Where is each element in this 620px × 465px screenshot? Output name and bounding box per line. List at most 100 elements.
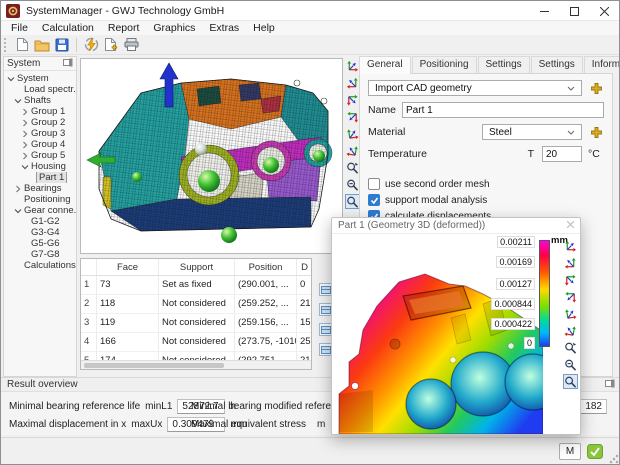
geometry-source-combo[interactable]: Import CAD geometry xyxy=(368,80,582,96)
tree-item-load-spectr-[interactable]: Load spectr... xyxy=(4,84,76,95)
column-header-position[interactable]: Position xyxy=(235,259,297,275)
tree-item-label: G3-G4 xyxy=(29,227,62,238)
menu-help[interactable]: Help xyxy=(246,22,282,34)
tree-item-system[interactable]: System xyxy=(4,73,76,84)
expander-icon[interactable] xyxy=(20,151,29,160)
view-bottom-icon[interactable] xyxy=(563,306,578,321)
expander-icon[interactable] xyxy=(13,96,22,105)
view-left-icon[interactable] xyxy=(563,323,578,338)
material-label: Material xyxy=(368,126,405,138)
tree-item-group-5[interactable]: Group 5 xyxy=(4,150,76,161)
close-icon[interactable] xyxy=(567,220,574,231)
name-input[interactable] xyxy=(402,102,604,118)
checkbox[interactable] xyxy=(368,194,380,206)
resize-grip[interactable] xyxy=(609,454,619,464)
calculation-ok-icon[interactable] xyxy=(587,444,603,459)
tree-item-part-1[interactable]: Part 1 xyxy=(4,172,76,183)
tab-general[interactable]: General xyxy=(359,56,411,74)
add-report-button[interactable] xyxy=(101,36,121,54)
tree-item-calculations[interactable]: Calculations xyxy=(4,260,76,271)
toolbar-grip xyxy=(4,38,9,52)
expander-icon[interactable] xyxy=(20,140,29,149)
tree-item-g5-g6[interactable]: G5-G6 xyxy=(4,238,76,249)
checkbox[interactable] xyxy=(368,178,380,190)
zoom-out-icon[interactable] xyxy=(345,177,360,192)
print-button[interactable] xyxy=(121,36,141,54)
zoom-window-icon[interactable] xyxy=(563,374,578,389)
tab-settings-2[interactable]: Settings xyxy=(531,56,583,73)
table-row[interactable]: 173Set as fixed(290.001, ...0 xyxy=(81,276,311,295)
view-left-icon[interactable] xyxy=(345,143,360,158)
temperature-input[interactable] xyxy=(542,146,582,162)
menu-extras[interactable]: Extras xyxy=(202,22,246,34)
expander-icon[interactable] xyxy=(13,184,22,193)
tree-item-g1-g2[interactable]: G1-G2 xyxy=(4,216,76,227)
tree-item-group-1[interactable]: Group 1 xyxy=(4,106,76,117)
tree-item-gear-conne-[interactable]: Gear conne... xyxy=(4,205,76,216)
open-folder-button[interactable] xyxy=(32,36,52,54)
tree-item-g7-g8[interactable]: G7-G8 xyxy=(4,249,76,260)
zoom-out-icon[interactable] xyxy=(563,357,578,372)
dock-pin-icon[interactable] xyxy=(63,58,73,70)
dock-pin-icon[interactable] xyxy=(605,379,615,391)
column-header[interactable] xyxy=(81,259,97,275)
mesh-3d-view[interactable] xyxy=(80,58,343,254)
tab-information[interactable]: Information xyxy=(584,56,620,73)
tree-item-group-4[interactable]: Group 4 xyxy=(4,139,76,150)
menu-bar: FileCalculationReportGraphicsExtrasHelp xyxy=(1,21,619,35)
table-hscrollbar[interactable] xyxy=(81,360,311,369)
face-support-table[interactable]: FaceSupportPositionD173Set as fixed(290.… xyxy=(80,258,312,370)
deformed-geometry-window[interactable]: Part 1 (Geometry 3D (deformed)) xyxy=(331,217,581,435)
add-geometry-button[interactable] xyxy=(588,80,604,96)
expander-icon[interactable] xyxy=(13,206,22,215)
column-header-d[interactable]: D xyxy=(297,259,312,275)
view-back-icon[interactable] xyxy=(345,109,360,124)
table-row[interactable]: 3119Not considered(259.156, ...15 xyxy=(81,314,311,333)
option-use-second-order-mesh[interactable]: use second order mesh xyxy=(368,178,500,190)
view-front-icon[interactable] xyxy=(345,58,360,73)
option-support-modal-analysis[interactable]: support modal analysis xyxy=(368,194,500,206)
tree-item-group-3[interactable]: Group 3 xyxy=(4,128,76,139)
view-top-icon[interactable] xyxy=(563,255,578,270)
menu-report[interactable]: Report xyxy=(101,22,147,34)
tab-positioning[interactable]: Positioning xyxy=(412,56,477,73)
tree-item-group-2[interactable]: Group 2 xyxy=(4,117,76,128)
table-row[interactable]: 4166Not considered(273.75, -1010, ...25 xyxy=(81,333,311,352)
new-file-button[interactable] xyxy=(12,36,32,54)
tree-item-bearings[interactable]: Bearings xyxy=(4,183,76,194)
minimize-button[interactable] xyxy=(529,1,559,21)
view-back-icon[interactable] xyxy=(563,289,578,304)
m-button[interactable]: M xyxy=(559,443,581,460)
view-top-icon[interactable] xyxy=(345,75,360,90)
tree-item-positioning[interactable]: Positioning xyxy=(4,194,76,205)
table-row[interactable]: 2118Not considered(259.252, ...21 xyxy=(81,295,311,314)
tree-item-shafts[interactable]: Shafts xyxy=(4,95,76,106)
add-material-button[interactable] xyxy=(588,124,604,140)
expander-icon[interactable] xyxy=(20,129,29,138)
maximize-button[interactable] xyxy=(559,1,589,21)
zoom-pointer-icon[interactable] xyxy=(563,340,578,355)
menu-graphics[interactable]: Graphics xyxy=(146,22,202,34)
expander-icon[interactable] xyxy=(6,74,15,83)
view-bottom-icon[interactable] xyxy=(345,126,360,141)
material-combo[interactable]: Steel xyxy=(482,124,582,140)
expander-icon[interactable] xyxy=(20,118,29,127)
expander-icon[interactable] xyxy=(20,107,29,116)
tab-settings[interactable]: Settings xyxy=(478,56,530,73)
column-header-support[interactable]: Support xyxy=(159,259,235,275)
save-button[interactable] xyxy=(52,36,72,54)
column-header-face[interactable]: Face xyxy=(97,259,159,275)
expander-icon[interactable] xyxy=(20,162,29,171)
close-button[interactable] xyxy=(589,1,619,21)
menu-file[interactable]: File xyxy=(4,22,35,34)
view-right-icon[interactable] xyxy=(345,92,360,107)
view-right-icon[interactable] xyxy=(563,272,578,287)
zoom-pointer-icon[interactable] xyxy=(345,160,360,175)
float-window-titlebar[interactable]: Part 1 (Geometry 3D (deformed)) xyxy=(332,218,580,234)
calculate-button[interactable] xyxy=(81,36,101,54)
tree-item-housing[interactable]: Housing xyxy=(4,161,76,172)
zoom-window-icon[interactable] xyxy=(345,194,360,209)
menu-calculation[interactable]: Calculation xyxy=(35,22,101,34)
tree-item-g3-g4[interactable]: G3-G4 xyxy=(4,227,76,238)
view-front-icon[interactable] xyxy=(563,238,578,253)
